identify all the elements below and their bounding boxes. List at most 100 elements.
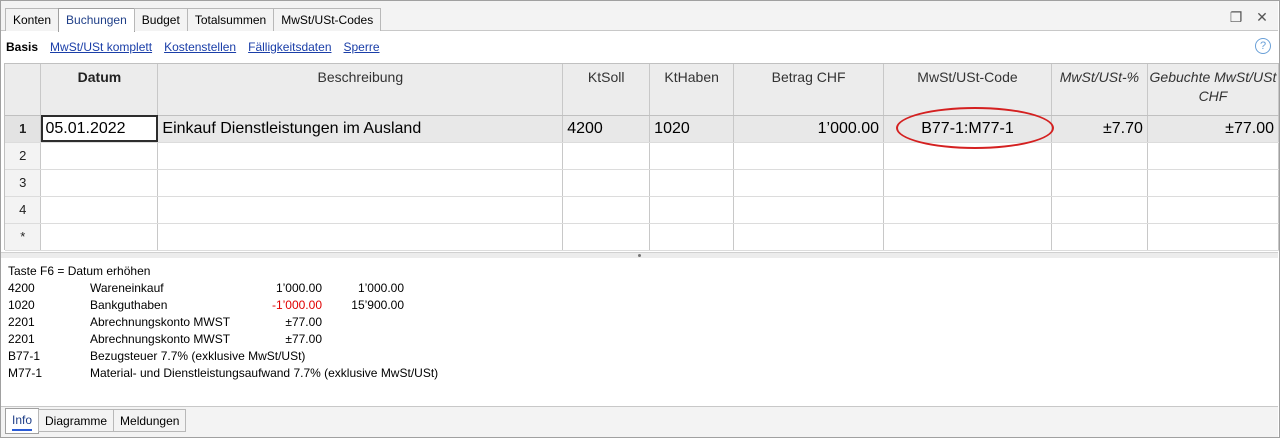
row-number[interactable]: 1 [5,115,42,143]
cell-kthaben[interactable]: 1020 [649,115,735,143]
cell-beschreibung[interactable] [157,142,564,170]
info-code: 2201 [8,332,35,346]
cell-ktsoll[interactable] [562,142,651,170]
info-code: 1020 [8,298,35,312]
info-amount: -1’000.00 [271,298,322,312]
cell-mwst-pct[interactable] [1051,223,1148,251]
cell-kthaben[interactable] [649,223,735,251]
rownum-header [5,64,42,116]
cell-datum[interactable]: 05.01.2022 [40,115,159,143]
col-datum[interactable]: Datum [40,64,159,116]
view-sperre[interactable]: Sperre [344,40,380,54]
tab-konten[interactable]: Konten [5,8,60,31]
view-faelligkeitsdaten[interactable]: Fälligkeitsdaten [248,40,331,54]
row-number[interactable]: 2 [5,142,42,170]
row-number[interactable]: * [5,223,42,251]
info-amount: ±77.00 [285,315,322,329]
tab-budget[interactable]: Budget [133,8,188,31]
view-kostenstellen[interactable]: Kostenstellen [164,40,236,54]
info-text: Bezugsteuer 7.7% (exklusive MwSt/USt) [90,349,306,363]
cell-mwst-pct[interactable]: ±7.70 [1051,115,1148,143]
row-number[interactable]: 3 [5,169,42,197]
tab-bar: Konten Buchungen Budget Totalsummen MwSt… [1,1,1278,32]
cell-gebuchte[interactable] [1147,142,1280,170]
row-number[interactable]: 4 [5,196,42,224]
tab-info[interactable]: Info [5,408,40,434]
panel-splitter[interactable] [1,252,1278,258]
table-row[interactable]: 1 05.01.2022 Einkauf Dienstleistungen im… [5,115,1280,143]
col-gebuchte-mwst[interactable]: Gebuchte MwSt/USt CHF [1147,64,1280,116]
tab-buchungen[interactable]: Buchungen [58,8,135,32]
table-row[interactable]: 3 [5,169,1280,197]
cell-beschreibung[interactable] [157,169,564,197]
cell-kthaben[interactable] [649,169,735,197]
table-row-new[interactable]: * [5,223,1280,251]
highlight-ellipse [896,107,1054,149]
col-gebuchte-line2: CHF [1198,88,1228,104]
col-kthaben[interactable]: KtHaben [649,64,735,116]
cell-betrag[interactable] [733,142,885,170]
cell-gebuchte[interactable]: ±77.00 [1147,115,1280,143]
info-balance: 15’900.00 [351,298,404,312]
cell-beschreibung[interactable] [157,223,564,251]
view-mwst-komplett[interactable]: MwSt/USt komplett [50,40,152,54]
col-betrag[interactable]: Betrag CHF [733,64,885,116]
col-mwst-pct[interactable]: MwSt/USt-% [1051,64,1148,116]
cell-datum[interactable] [40,142,159,170]
cell-betrag[interactable]: 1’000.00 [733,115,885,143]
cell-kthaben[interactable] [649,142,735,170]
info-text: Abrechnungskonto MWST [90,332,231,346]
cell-beschreibung[interactable]: Einkauf Dienstleistungen im Ausland [157,115,564,143]
cell-datum[interactable] [40,196,159,224]
transactions-table: Datum Beschreibung KtSoll KtHaben Betrag… [4,63,1280,251]
cell-datum[interactable] [40,169,159,197]
restore-icon[interactable]: ❐ [1229,10,1243,24]
tab-mwst-codes[interactable]: MwSt/USt-Codes [273,8,382,31]
tab-meldungen[interactable]: Meldungen [113,409,187,432]
cell-ktsoll[interactable]: 4200 [562,115,651,143]
help-icon[interactable]: ? [1255,38,1271,54]
info-text: Bankguthaben [90,298,168,312]
table-row[interactable]: 4 [5,196,1280,224]
cell-betrag[interactable] [733,223,885,251]
cell-gebuchte[interactable] [1147,196,1280,224]
cell-mwst-pct[interactable] [1051,169,1148,197]
tab-totalsummen[interactable]: Totalsummen [186,8,275,31]
view-selector: Basis MwSt/USt komplett Kostenstellen Fä… [0,38,386,56]
close-icon[interactable]: ✕ [1255,10,1269,24]
cell-ktsoll[interactable] [562,169,651,197]
cell-mwst-code[interactable] [883,196,1052,224]
cell-datum[interactable] [40,223,159,251]
cell-beschreibung[interactable] [157,196,564,224]
cell-mwst-pct[interactable] [1051,142,1148,170]
cell-kthaben[interactable] [649,196,735,224]
tab-list: Konten Buchungen Budget Totalsummen MwSt… [5,8,382,32]
cell-ktsoll[interactable] [562,223,651,251]
info-code: 4200 [8,281,35,295]
info-text: Material- und Dienstleistungsaufwand 7.7… [90,366,439,380]
cell-gebuchte[interactable] [1147,223,1280,251]
cell-betrag[interactable] [733,196,885,224]
info-amount: 1’000.00 [275,281,322,295]
tab-diagramme[interactable]: Diagramme [38,409,115,432]
cell-betrag[interactable] [733,169,885,197]
info-code: M77-1 [8,366,43,380]
cell-ktsoll[interactable] [562,196,651,224]
info-code: B77-1 [8,349,41,363]
col-gebuchte-line1: Gebuchte MwSt/USt [1149,69,1277,85]
cell-mwst-code[interactable] [883,169,1052,197]
bottom-tab-list: Info Diagramme Meldungen [5,408,187,434]
col-ktsoll[interactable]: KtSoll [562,64,651,116]
info-amount: ±77.00 [285,332,322,346]
cell-mwst-code[interactable] [883,223,1052,251]
splitter-grip[interactable] [638,254,641,257]
view-basis[interactable]: Basis [6,40,38,54]
info-hint: Taste F6 = Datum erhöhen [8,264,151,278]
col-beschreibung[interactable]: Beschreibung [157,64,564,116]
table-row[interactable]: 2 [5,142,1280,170]
cell-mwst-pct[interactable] [1051,196,1148,224]
bottom-tab-bar: Info Diagramme Meldungen [1,406,1278,437]
info-code: 2201 [8,315,35,329]
cell-gebuchte[interactable] [1147,169,1280,197]
info-text: Wareneinkauf [90,281,164,295]
